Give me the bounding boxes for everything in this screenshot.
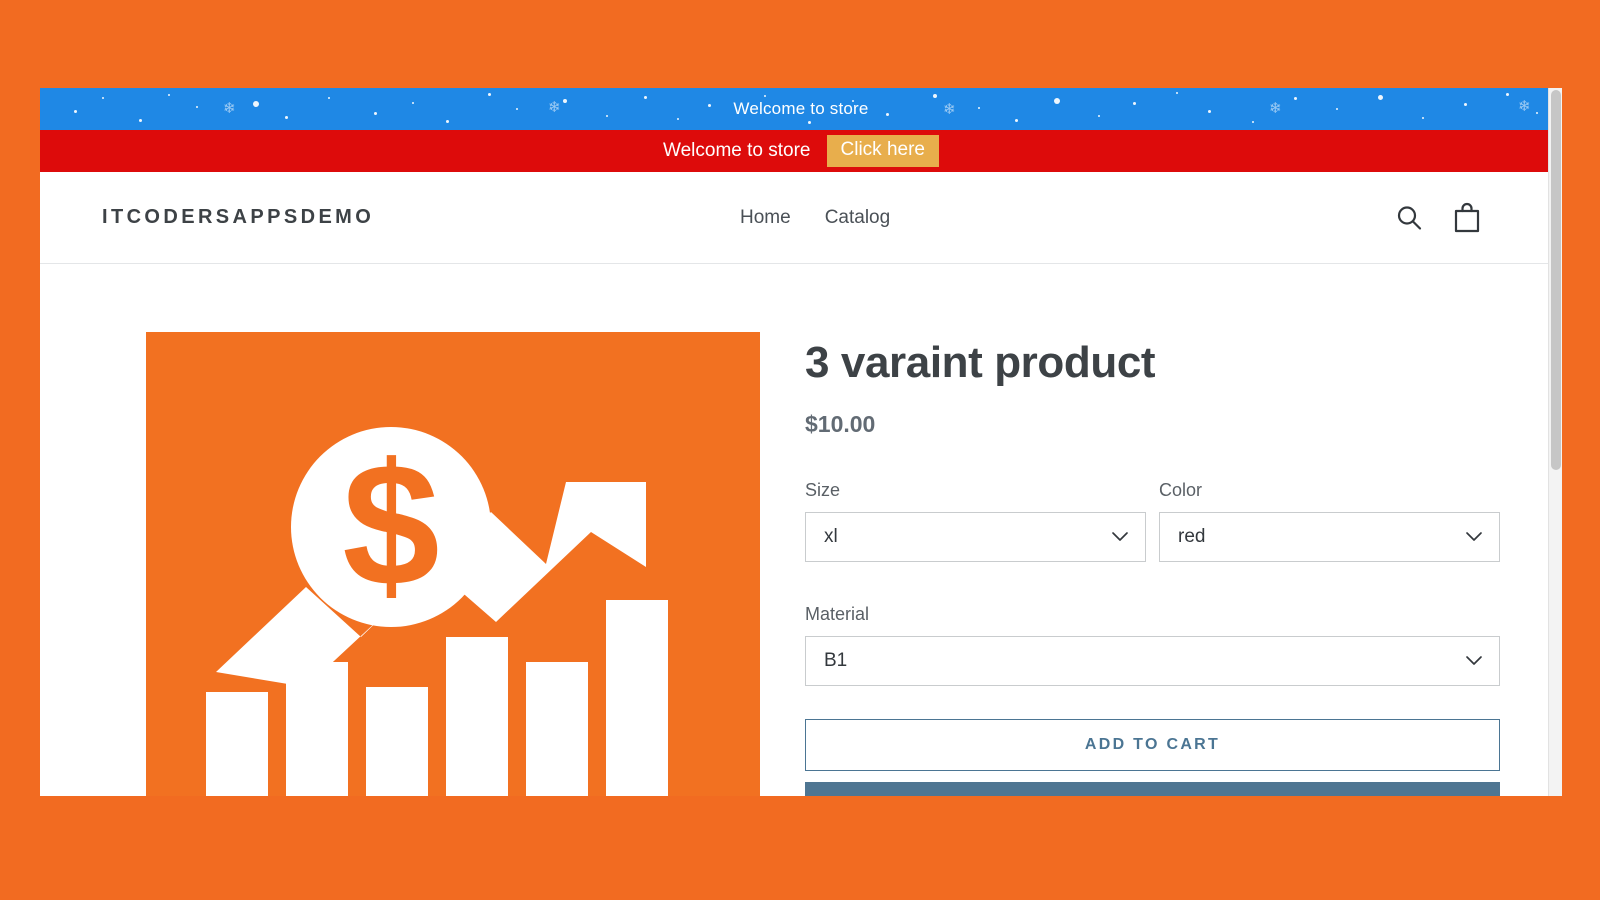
product-page: $ 3 varaint product $10.00 Size xl Color…: [40, 264, 1562, 796]
nav-item-home[interactable]: Home: [740, 207, 791, 229]
buy-buttons: ADD TO CART BUY IT NOW: [805, 719, 1500, 796]
option-label-size: Size: [805, 480, 841, 500]
snow-announcement-bar: ❄ ❄ ❄ ❄ ❄ Welcome to store: [40, 88, 1562, 130]
color-select[interactable]: red: [1159, 512, 1500, 562]
shop-logo[interactable]: ITCODERSAPPSDEMO: [102, 206, 374, 229]
option-label-color: Color: [1159, 480, 1203, 500]
page-scrollbar[interactable]: [1548, 88, 1562, 796]
site-header: ITCODERSAPPSDEMO Home Catalog: [40, 172, 1562, 264]
option-group-material: Material B1: [805, 604, 1500, 686]
click-here-button[interactable]: Click here: [826, 135, 939, 167]
product-title: 3 varaint product: [805, 338, 1156, 387]
header-actions: [1394, 202, 1482, 234]
svg-text:$: $: [342, 428, 439, 623]
chevron-down-icon: [1111, 531, 1129, 543]
main-navigation: Home Catalog: [740, 207, 890, 229]
nav-item-catalog[interactable]: Catalog: [825, 207, 891, 229]
product-image[interactable]: $: [146, 332, 760, 796]
buy-it-now-button[interactable]: BUY IT NOW: [805, 782, 1500, 796]
chevron-down-icon: [1465, 655, 1483, 667]
browser-viewport: ❄ ❄ ❄ ❄ ❄ Welcome to store Welcome to st…: [40, 88, 1562, 796]
size-select[interactable]: xl: [805, 512, 1146, 562]
variant-options-row-2: Material B1: [805, 604, 1500, 686]
dollar-growth-illustration: $: [206, 427, 668, 796]
product-details: 3 varaint product $10.00 Size xl Color r…: [805, 332, 1500, 796]
chevron-down-icon: [1465, 531, 1483, 543]
snow-announcement-text: Welcome to store: [733, 99, 869, 118]
variant-options-row-1: Size xl Color red: [805, 480, 1500, 562]
cart-icon: [1454, 202, 1480, 232]
red-announcement-text: Welcome to store: [663, 140, 811, 161]
product-price: $10.00: [805, 411, 876, 437]
material-select[interactable]: B1: [805, 636, 1500, 686]
search-button[interactable]: [1394, 203, 1424, 233]
red-announcement-bar: Welcome to store Click here: [40, 130, 1562, 172]
page-scrollbar-thumb[interactable]: [1551, 90, 1561, 470]
add-to-cart-button[interactable]: ADD TO CART: [805, 719, 1500, 771]
material-select-value: B1: [824, 650, 848, 671]
option-label-material: Material: [805, 604, 870, 624]
option-group-color: Color red: [1159, 480, 1500, 562]
product-media: $: [146, 332, 760, 796]
option-group-size: Size xl: [805, 480, 1146, 562]
color-select-value: red: [1178, 526, 1206, 547]
cart-button[interactable]: [1452, 202, 1482, 234]
search-icon: [1397, 205, 1422, 230]
size-select-value: xl: [824, 526, 838, 547]
